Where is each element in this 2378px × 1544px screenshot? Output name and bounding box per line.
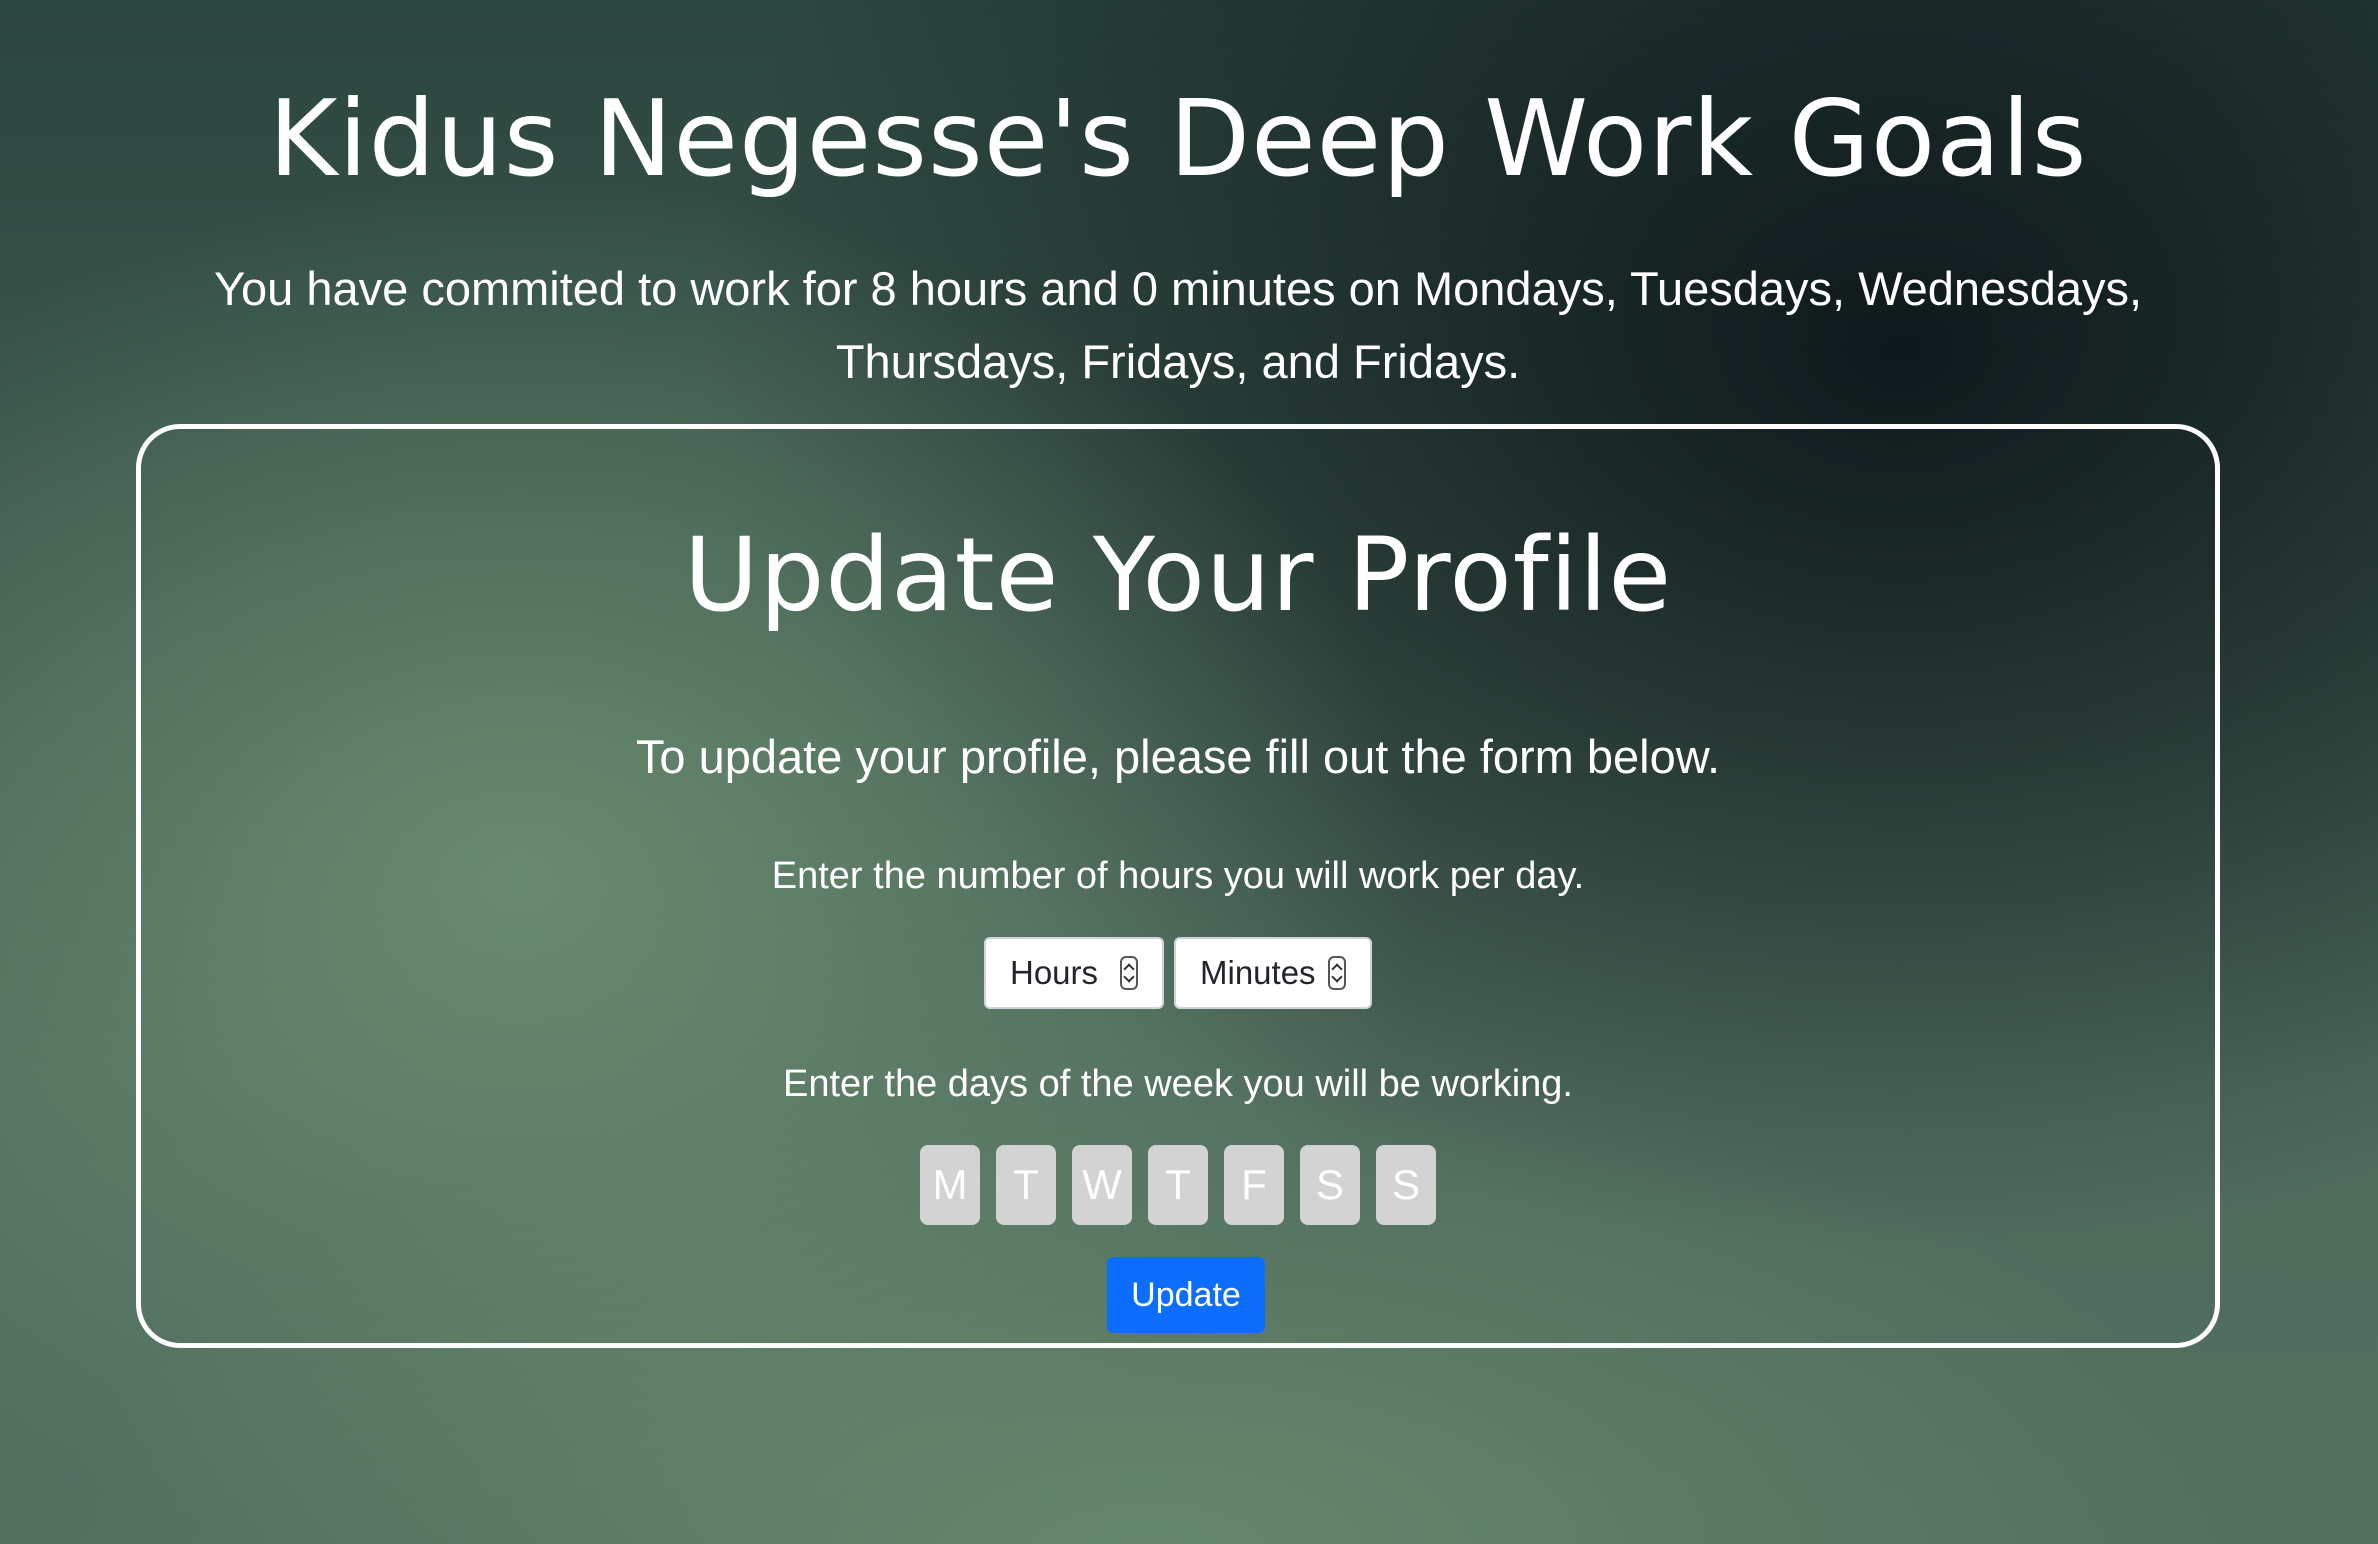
form-instructions: To update your profile, please fill out … (635, 730, 1721, 783)
time-select-row: Hours Minutes (141, 937, 2215, 1009)
select-stepper-icon (1328, 956, 1346, 990)
day-toggle-tuesday[interactable]: T (996, 1145, 1056, 1225)
day-toggle-sunday[interactable]: S (1376, 1145, 1436, 1225)
page-title: Kidus Negesse's Deep Work Goals (268, 78, 2088, 200)
day-toggle-friday[interactable]: F (1224, 1145, 1284, 1225)
select-stepper-icon (1120, 956, 1138, 990)
hours-per-day-label: Enter the number of hours you will work … (771, 855, 1585, 897)
update-profile-card: Update Your Profile To update your profi… (136, 424, 2220, 1348)
minutes-select-value: Minutes (1200, 954, 1316, 991)
update-button[interactable]: Update (1107, 1257, 1265, 1333)
day-toggle-wednesday[interactable]: W (1072, 1145, 1132, 1225)
hours-select[interactable]: Hours (984, 937, 1164, 1009)
commitment-summary: You have commited to work for 8 hours an… (213, 262, 2143, 388)
minutes-select[interactable]: Minutes (1174, 937, 1372, 1009)
work-days-label: Enter the days of the week you will be w… (783, 1063, 1573, 1105)
card-title: Update Your Profile (683, 516, 1673, 635)
day-toggle-row: M T W T F S S (141, 1145, 2215, 1225)
day-toggle-saturday[interactable]: S (1300, 1145, 1360, 1225)
day-toggle-thursday[interactable]: T (1148, 1145, 1208, 1225)
hours-select-value: Hours (1010, 954, 1099, 991)
day-toggle-monday[interactable]: M (920, 1145, 980, 1225)
